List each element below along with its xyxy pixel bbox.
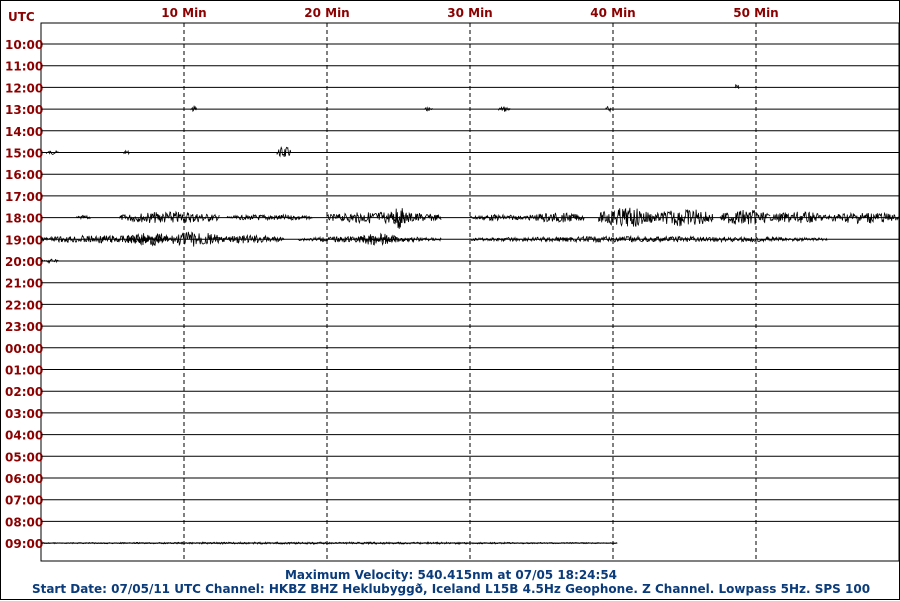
seismogram-window: UTC 10 Min 20 Min 30 Min 40 Min 50 Min 10:00…: [0, 0, 900, 600]
minute-tick-label: 50 Min: [733, 6, 778, 20]
hour-tick-label: 02:00: [5, 385, 43, 399]
hour-tick-label: 07:00: [5, 494, 43, 508]
hour-tick-label: 21:00: [5, 277, 43, 291]
hour-tick-label: 03:00: [5, 407, 43, 421]
hour-tick-label: 14:00: [5, 125, 43, 139]
hour-baselines: [41, 43, 899, 544]
minute-tick-labels: 10 Min 20 Min 30 Min 40 Min 50 Min: [161, 6, 778, 20]
seismic-event-trace: [390, 208, 406, 229]
minute-gridlines: [183, 23, 757, 561]
minute-tick-label: 30 Min: [447, 6, 492, 20]
minute-tick-label: 40 Min: [590, 6, 635, 20]
hour-tick-label: 13:00: [5, 103, 43, 117]
hour-tick-label: 16:00: [5, 168, 43, 182]
hour-tick-label: 11:00: [5, 60, 43, 74]
seismic-event-trace: [190, 105, 197, 113]
seismic-event-trace: [605, 105, 612, 113]
hour-tick-label: 17:00: [5, 190, 43, 204]
hour-tick-label: 18:00: [5, 212, 43, 226]
hour-tick-label: 23:00: [5, 320, 43, 334]
hour-tick-label: 01:00: [5, 364, 43, 378]
seismic-event-trace: [734, 83, 740, 89]
seismic-event-trace: [469, 213, 528, 222]
minute-tick-label: 10 Min: [161, 6, 206, 20]
seismic-event-trace: [40, 258, 60, 264]
utc-corner-label: UTC: [8, 10, 35, 24]
seismic-traces: [40, 83, 899, 546]
hour-tick-label: 08:00: [5, 515, 43, 529]
hour-tick-label: 12:00: [5, 81, 43, 95]
hour-tick-label: 06:00: [5, 472, 43, 486]
hour-tick-label: 20:00: [5, 255, 43, 269]
hour-tick-label: 22:00: [5, 298, 43, 312]
hour-tick-label: 10:00: [5, 38, 43, 52]
seismic-event-trace: [827, 211, 899, 225]
minute-tick-label: 20 Min: [304, 6, 349, 20]
hour-tick-label: 09:00: [5, 537, 43, 551]
seismic-event-trace: [498, 106, 511, 112]
hour-tick-label: 00:00: [5, 342, 43, 356]
seismic-event-trace: [123, 149, 130, 156]
seismic-event-trace: [40, 541, 618, 546]
hour-tick-labels: 10:00 11:00 12:00 13:00 14:00 15:00 16:00 17:00…: [5, 38, 43, 551]
hour-tick-label: 05:00: [5, 450, 43, 464]
hour-tick-label: 15:00: [5, 147, 43, 161]
helicorder-chart: UTC 10 Min 20 Min 30 Min 40 Min 50 Min 10:00…: [5, 6, 900, 596]
station-info-text: Start Date: 07/05/11 UTC Channel: HKBZ B…: [32, 582, 870, 596]
hour-tick-label: 04:00: [5, 429, 43, 443]
max-velocity-text: Maximum Velocity: 540.415nm at 07/05 18:…: [285, 568, 617, 582]
hour-tick-label: 19:00: [5, 233, 43, 247]
